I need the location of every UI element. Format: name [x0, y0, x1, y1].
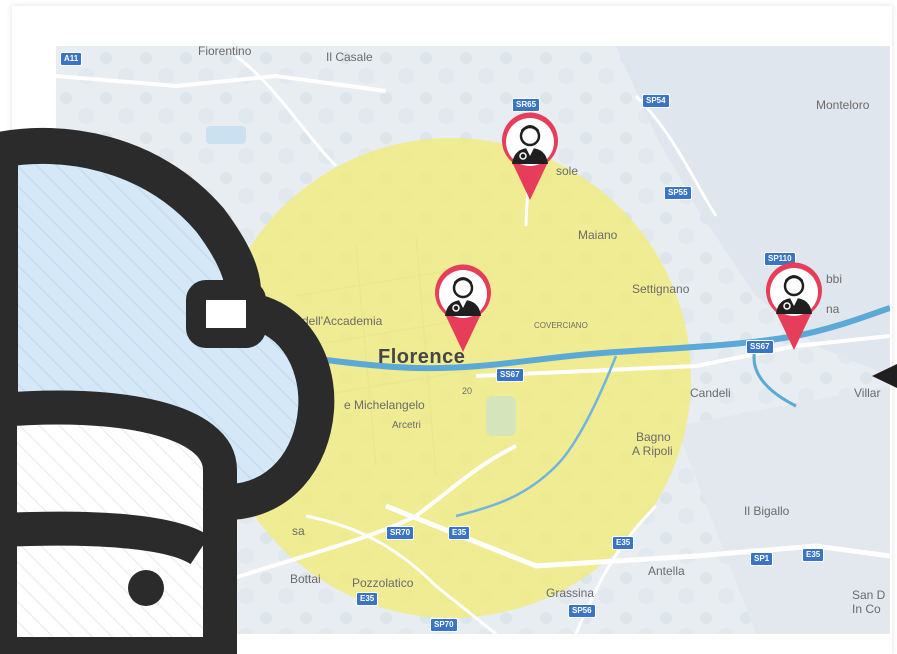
doctor-marker-icon[interactable] [762, 260, 826, 352]
road-shield-sr70: SR70 [386, 526, 415, 540]
road-shield-e35-mid: E35 [612, 536, 635, 550]
road-shield-sp1: SP1 [750, 552, 774, 566]
road-shield-sp70: SP70 [430, 618, 458, 632]
label-fiorentino: Fiorentino [198, 46, 252, 58]
label-grassina: Grassina [546, 586, 595, 600]
road-shield-ss67-city: SS67 [496, 368, 524, 382]
doctor-marker-icon[interactable] [431, 262, 495, 354]
label-coverciano: COVERCIANO [534, 321, 588, 330]
doctor-marker-icon[interactable] [498, 110, 562, 202]
label-il-bigallo: Il Bigallo [744, 504, 790, 518]
label-il-casale: Il Casale [326, 50, 373, 64]
database-cloud-icon [0, 128, 335, 654]
road-shield-e35-west: E35 [448, 526, 471, 540]
road-shield-a11: A11 [60, 52, 83, 66]
label-candeli: Candeli [690, 386, 731, 400]
arrow-left-icon [872, 364, 897, 388]
label-michelangelo: e Michelangelo [344, 398, 425, 412]
label-bagno: Bagno [636, 430, 671, 444]
road-shield-e35-south: E35 [356, 592, 379, 606]
label-monteloro: Monteloro [816, 98, 870, 112]
road-shield-sp56: SP56 [568, 604, 596, 618]
label-rina: na [826, 302, 840, 316]
label-20: 20 [462, 386, 473, 396]
road-shield-e35-east: E35 [802, 548, 825, 562]
label-antella: Antella [648, 564, 685, 578]
label-pozzolatico: Pozzolatico [352, 576, 414, 590]
label-a-ripoli: A Ripoli [632, 444, 673, 458]
label-settignano: Settignano [632, 282, 690, 296]
road-shield-sp55: SP55 [664, 186, 692, 200]
road-shield-sp54: SP54 [642, 94, 670, 108]
label-san-d: San D [852, 588, 886, 602]
label-in-co: In Co [852, 602, 881, 616]
label-pontassieve: bbi [826, 272, 843, 286]
label-arcetri: Arcetri [392, 420, 421, 431]
label-maiano: Maiano [578, 228, 618, 242]
park-bellosguardo [486, 396, 516, 436]
